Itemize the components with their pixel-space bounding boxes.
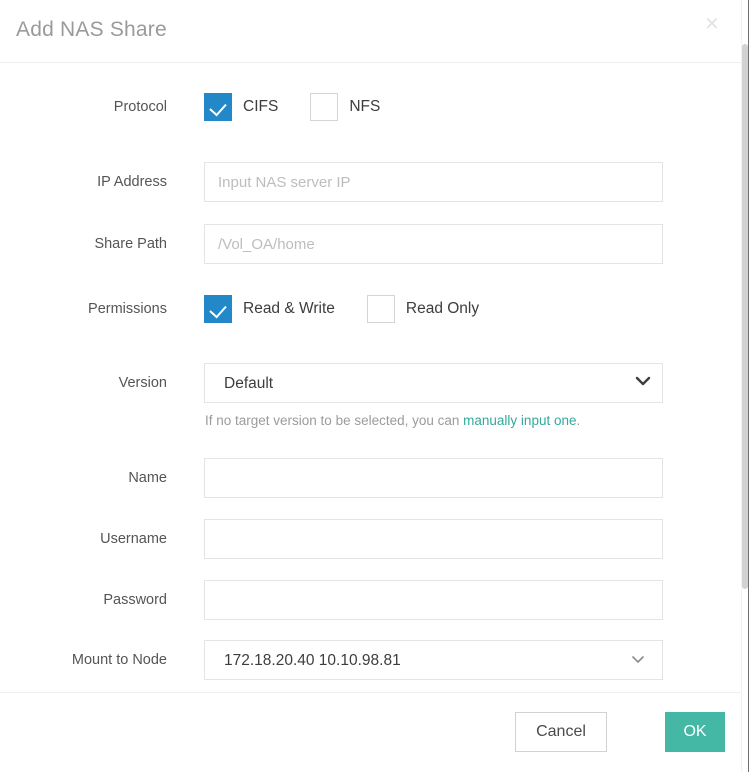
checkbox-protocol-nfs[interactable]: NFS xyxy=(310,93,380,121)
add-nas-share-dialog: Add NAS Share × Protocol CIFS NFS IP Add… xyxy=(0,0,749,772)
username-input[interactable] xyxy=(204,519,663,559)
mount-to-node-select-value: 172.18.20.40 10.10.98.81 xyxy=(224,652,401,669)
checkbox-protocol-cifs-label: CIFS xyxy=(243,98,279,115)
control-username xyxy=(204,519,663,559)
label-password: Password xyxy=(103,592,167,608)
form-row-protocol: Protocol CIFS NFS xyxy=(0,87,741,127)
mount-to-node-select[interactable]: 172.18.20.40 10.10.98.81 xyxy=(204,640,663,680)
control-version: Default xyxy=(204,363,663,403)
chevron-down-icon xyxy=(631,651,645,669)
label-username: Username xyxy=(100,531,167,547)
share-path-input[interactable] xyxy=(204,224,663,264)
cancel-button[interactable]: Cancel xyxy=(515,712,607,752)
checkbox-protocol-cifs[interactable]: CIFS xyxy=(204,93,278,121)
form-row-version: Version Default xyxy=(0,363,741,403)
version-hint-suffix: . xyxy=(576,413,581,428)
version-select[interactable]: Default xyxy=(204,363,663,403)
label-ip-address: IP Address xyxy=(97,174,167,190)
form-row-permissions: Permissions Read & Write Read Only xyxy=(0,289,741,329)
label-version: Version xyxy=(118,375,167,391)
checkmark-icon xyxy=(204,93,232,121)
dialog-header: Add NAS Share × xyxy=(0,0,741,63)
manually-input-one-link[interactable]: manually input one xyxy=(463,413,576,428)
checkbox-permission-read-write[interactable]: Read & Write xyxy=(204,295,335,323)
checkbox-permission-read-only[interactable]: Read Only xyxy=(366,295,480,323)
name-input[interactable] xyxy=(204,458,663,498)
form-row-share-path: Share Path xyxy=(0,224,741,264)
label-permissions: Permissions xyxy=(88,301,167,317)
label-name: Name xyxy=(128,470,167,486)
checkbox-permission-read-only-label: Read Only xyxy=(405,300,480,317)
dialog-footer: Cancel OK xyxy=(0,692,741,772)
ok-button[interactable]: OK xyxy=(665,712,725,752)
control-mount-to-node: 172.18.20.40 10.10.98.81 xyxy=(204,640,663,680)
version-hint: If no target version to be selected, you… xyxy=(205,413,580,428)
empty-checkbox-icon xyxy=(366,295,395,323)
dialog-body: Protocol CIFS NFS IP Address Sha xyxy=(0,63,741,692)
protocol-checkbox-group: CIFS NFS xyxy=(204,87,380,127)
form-row-mount-to-node: Mount to Node 172.18.20.40 10.10.98.81 xyxy=(0,640,741,680)
control-ip-address xyxy=(204,162,663,202)
label-share-path: Share Path xyxy=(94,236,167,252)
checkbox-protocol-nfs-label: NFS xyxy=(349,98,381,115)
form-row-name: Name xyxy=(0,458,741,498)
label-protocol: Protocol xyxy=(113,99,167,115)
chevron-down-icon xyxy=(635,374,651,392)
form-row-username: Username xyxy=(0,519,741,559)
form-row-ip-address: IP Address xyxy=(0,162,741,202)
empty-checkbox-icon xyxy=(310,93,339,121)
password-input[interactable] xyxy=(204,580,663,620)
form-row-password: Password xyxy=(0,580,741,620)
ip-address-input[interactable] xyxy=(204,162,663,202)
control-share-path xyxy=(204,224,663,264)
version-hint-text: If no target version to be selected, you… xyxy=(205,413,464,428)
page-title: Add NAS Share xyxy=(16,18,167,41)
permissions-checkbox-group: Read & Write Read Only xyxy=(204,289,479,329)
checkbox-permission-read-write-label: Read & Write xyxy=(243,300,335,317)
control-name xyxy=(204,458,663,498)
checkmark-icon xyxy=(204,295,232,323)
label-mount-to-node: Mount to Node xyxy=(71,652,167,668)
control-password xyxy=(204,580,663,620)
close-icon[interactable]: × xyxy=(699,10,725,36)
version-select-value: Default xyxy=(224,375,274,392)
